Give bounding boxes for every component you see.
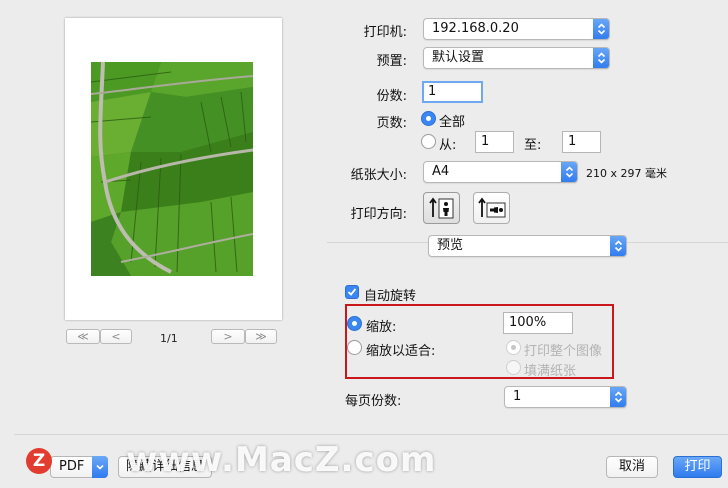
updown-arrows-icon xyxy=(561,162,577,182)
section-value: 预览 xyxy=(437,238,464,253)
orientation-label: 打印方向: xyxy=(350,207,407,222)
cancel-button[interactable]: 取消 xyxy=(606,456,658,478)
next-page-button[interactable]: > xyxy=(211,329,245,344)
preset-value: 默认设置 xyxy=(432,50,485,65)
first-page-button[interactable]: ≪ xyxy=(66,329,100,344)
paper-size-value: A4 xyxy=(432,164,450,179)
page-indicator: 1/1 xyxy=(160,332,178,345)
last-page-button[interactable]: ≫ xyxy=(245,329,277,344)
fill-paper-radio[interactable] xyxy=(506,360,521,375)
print-button[interactable]: 打印 xyxy=(673,456,722,478)
print-entire-image-label: 打印整个图像 xyxy=(524,344,603,359)
printer-select[interactable]: 192.168.0.20 xyxy=(423,18,610,40)
scale-radio[interactable] xyxy=(347,316,362,331)
updown-arrows-icon xyxy=(593,48,609,68)
printer-label: 打印机: xyxy=(363,25,407,40)
landscape-icon xyxy=(477,197,505,218)
pages-all-radio[interactable] xyxy=(421,111,436,126)
preset-label: 预置: xyxy=(376,54,407,69)
pages-from-input[interactable]: 1 xyxy=(475,131,514,153)
pages-label: 页数: xyxy=(376,116,407,131)
watermark-logo: Z xyxy=(26,448,52,474)
pages-to-label: 至: xyxy=(524,138,542,153)
copies-input[interactable]: 1 xyxy=(422,81,483,103)
preset-select[interactable]: 默认设置 xyxy=(423,47,610,69)
pages-per-sheet-value: 1 xyxy=(513,389,522,404)
updown-arrows-icon xyxy=(610,387,626,407)
printer-value: 192.168.0.20 xyxy=(432,21,519,36)
pages-all-label: 全部 xyxy=(439,115,466,130)
pages-per-sheet-select[interactable]: 1 xyxy=(504,386,627,408)
print-entire-image-radio[interactable] xyxy=(506,340,521,355)
scale-to-fit-radio[interactable] xyxy=(347,340,362,355)
fill-paper-label: 填满纸张 xyxy=(524,364,577,379)
scale-to-fit-label: 缩放以适合: xyxy=(366,344,436,359)
pages-to-input[interactable]: 1 xyxy=(562,131,601,153)
paper-size-label: 纸张大小: xyxy=(350,168,407,183)
checkmark-icon xyxy=(347,288,357,296)
preview-image xyxy=(91,62,253,276)
section-select[interactable]: 预览 xyxy=(428,235,627,257)
paper-dimensions: 210 x 297 毫米 xyxy=(586,167,667,180)
pdf-menu-button[interactable]: PDF xyxy=(50,456,108,478)
pages-per-sheet-label: 每页份数: xyxy=(345,394,402,409)
pages-from-label: 从: xyxy=(439,138,457,153)
copies-label: 份数: xyxy=(376,89,407,104)
scale-label: 缩放: xyxy=(366,320,397,335)
portrait-icon xyxy=(428,197,453,219)
watermark-text: www.MacZ.com xyxy=(126,440,437,480)
paper-size-select[interactable]: A4 xyxy=(423,161,578,183)
footer-divider xyxy=(14,434,728,435)
landscape-button[interactable] xyxy=(473,192,510,224)
portrait-button[interactable] xyxy=(423,192,460,224)
updown-arrows-icon xyxy=(610,236,626,256)
prev-page-button[interactable]: < xyxy=(100,329,132,344)
chevron-down-icon xyxy=(92,456,108,478)
auto-rotate-checkbox[interactable] xyxy=(345,285,359,299)
pdf-label: PDF xyxy=(59,459,85,474)
auto-rotate-label: 自动旋转 xyxy=(364,289,417,304)
pages-from-radio[interactable] xyxy=(421,134,436,149)
updown-arrows-icon xyxy=(593,19,609,39)
scale-input[interactable]: 100% xyxy=(503,312,573,334)
